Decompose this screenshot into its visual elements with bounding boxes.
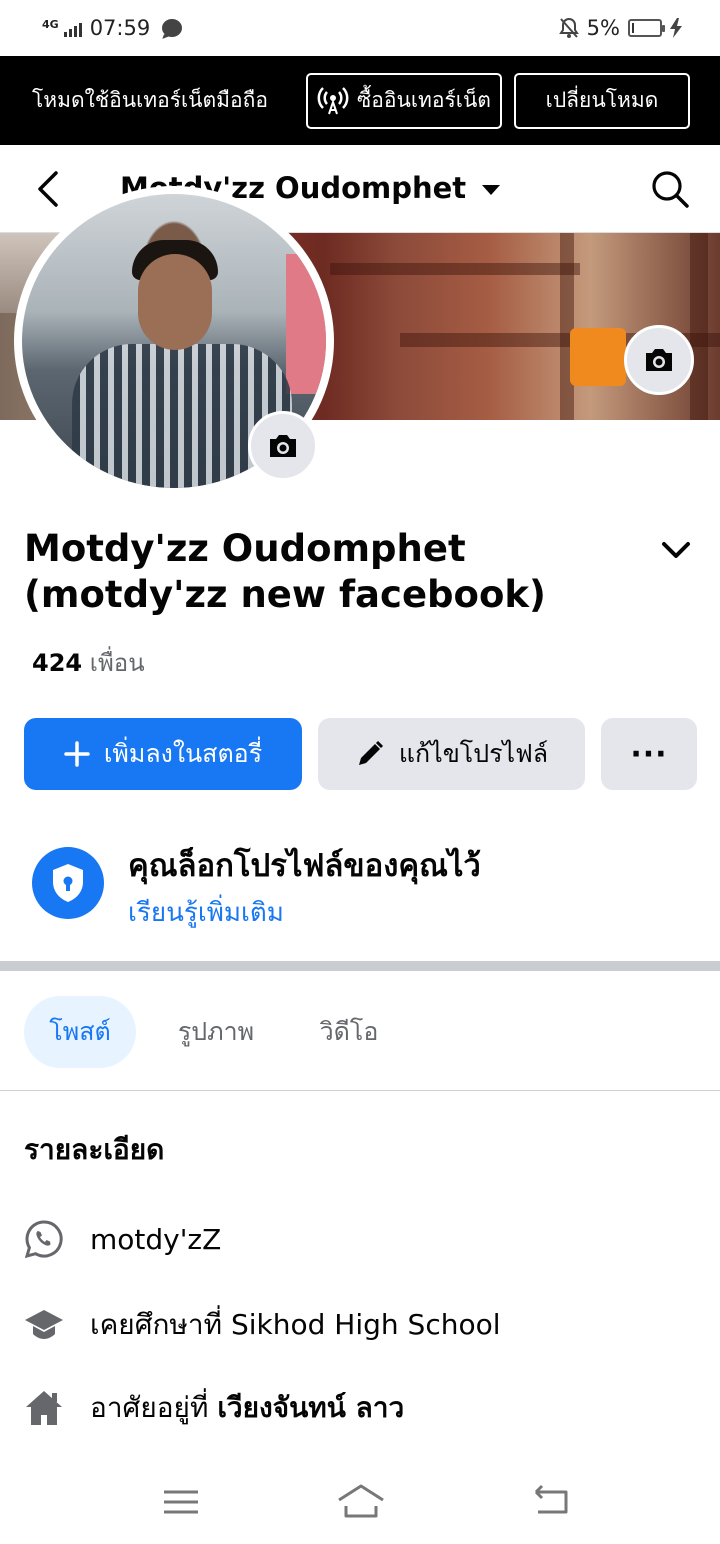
pencil-icon [358,740,383,765]
detail-education[interactable]: เคยศึกษาที่ Sikhod High School [24,1303,501,1347]
search-icon[interactable] [650,169,690,209]
bell-off-icon [558,17,579,38]
tabs-divider [0,1090,720,1091]
detail-whatsapp[interactable]: motdy'zZ [24,1219,221,1259]
broadcast-icon [317,86,349,114]
camera-icon [270,435,296,457]
signal-icon: 4G [42,19,82,37]
edit-profile-picture-button[interactable] [248,411,318,481]
tab-photos[interactable]: รูปภาพ [160,996,272,1068]
data-mode-text: โหมดใช้อินเทอร์เน็ตมือถือ [32,88,268,112]
home-icon [24,1388,64,1428]
camera-icon [646,349,672,371]
detail-lives-in[interactable]: อาศัยอยู่ที่ เวียงจันทน์ ลาว [24,1386,404,1430]
more-options-button[interactable]: ··· [601,718,697,790]
graduation-cap-icon [24,1305,64,1345]
clock: 07:59 [89,16,151,40]
menu-icon[interactable] [158,1480,204,1524]
switch-mode-button[interactable]: เปลี่ยนโหมด [514,72,690,129]
battery-icon [628,19,665,37]
tab-posts[interactable]: โพสต์ [24,996,136,1068]
chevron-down-icon[interactable] [660,538,692,562]
charging-icon [670,18,682,38]
add-to-story-button[interactable]: เพิ่มลงในสตอรี่ [24,718,302,790]
plus-icon [64,741,90,767]
message-notification-icon [162,19,183,37]
profile-name: Motdy'zz Oudomphet (motdy'zz new faceboo… [24,527,546,616]
back-nav-icon[interactable] [528,1480,574,1524]
tab-videos[interactable]: วิดีโอ [296,996,402,1068]
home-nav-icon[interactable] [336,1480,386,1524]
caret-down-icon [482,185,501,195]
system-navigation-bar [0,1460,720,1544]
battery-percent: 5% [586,16,620,40]
edit-profile-button[interactable]: แก้ไขโปรไฟล์ [318,718,585,790]
section-divider [0,961,720,971]
back-arrow-icon[interactable] [32,169,66,209]
locked-profile-title: คุณล็อกโปรไฟล์ของคุณไว้ [128,848,481,884]
edit-cover-camera-button[interactable] [624,325,694,395]
details-heading: รายละเอียด [24,1133,165,1166]
friends-count[interactable]: 424 เพื่อน [32,643,145,682]
buy-internet-button[interactable]: ซื้ออินเทอร์เน็ต [306,72,502,129]
status-bar: 4G 07:59 5% [0,0,720,56]
learn-more-link[interactable]: เรียนรู้เพิ่มเติม [128,892,284,933]
whatsapp-icon [24,1219,64,1259]
shield-lock-icon [32,847,104,919]
mobile-data-banner: โหมดใช้อินเทอร์เน็ตมือถือ ซื้ออินเทอร์เน… [0,56,720,145]
